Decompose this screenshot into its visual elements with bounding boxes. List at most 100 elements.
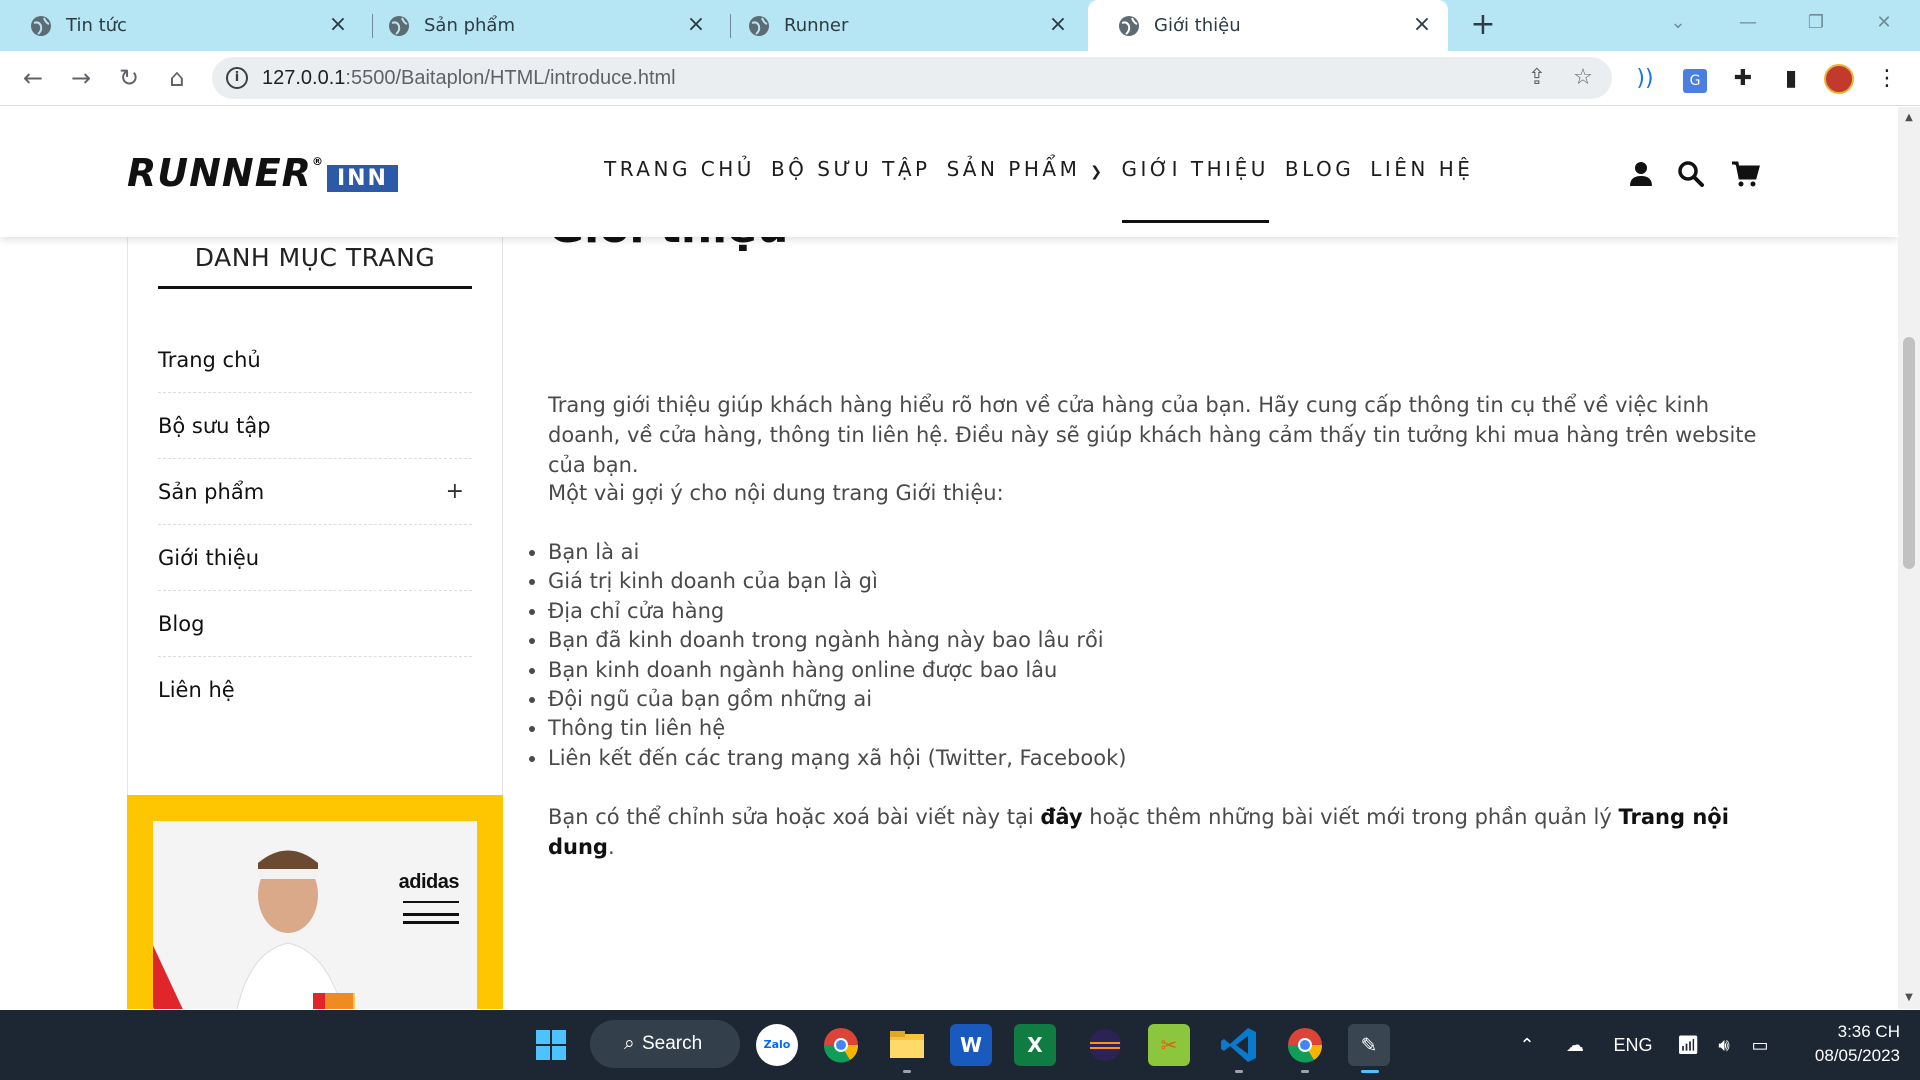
scroll-up-arrow-icon[interactable]: ▲ (1898, 109, 1920, 127)
browser-tab-strip: Tin tức × Sản phẩm × Runner × Giới thiệu… (0, 0, 1920, 51)
ad-red-stripe (153, 881, 208, 1009)
sidebar-item-contact[interactable]: Liên hệ (158, 657, 472, 723)
nav-about[interactable]: GIỚI THIỆU (1121, 157, 1270, 223)
ad-rule (403, 901, 459, 903)
globe-icon (31, 15, 51, 36)
browser-menu-icon[interactable]: ⋮ (1872, 64, 1902, 94)
list-item: Đội ngũ của bạn gồm những ai (548, 685, 1778, 714)
site-info-icon[interactable]: i (226, 67, 248, 89)
tab-search-chevron-icon[interactable]: ⌄ (1656, 8, 1700, 38)
word-icon[interactable]: W (950, 1024, 992, 1066)
list-item: Giá trị kinh doanh của bạn là gì (548, 567, 1778, 596)
search-icon: ⌕ (624, 1033, 635, 1054)
translate-extension-icon[interactable]: G (1680, 64, 1710, 94)
url-text: 127.0.0.1:5500/Baitaplon/HTML/introduce.… (262, 67, 676, 89)
expand-plus-icon[interactable]: + (446, 459, 464, 525)
battery-icon[interactable]: ▭ (1746, 1010, 1774, 1080)
adidas-logo: adidas (398, 871, 460, 893)
taskbar-search[interactable]: ⌕ Search (590, 1020, 740, 1068)
back-button[interactable]: ← (16, 61, 50, 95)
taskbar-clock[interactable]: 3:36 CH 08/05/2023 (1780, 1020, 1900, 1068)
nav-products[interactable]: SẢN PHẨM ❯ (947, 157, 1106, 223)
ad-mark (403, 913, 459, 916)
clock-date: 08/05/2023 (1814, 1046, 1900, 1065)
cart-icon[interactable] (1730, 159, 1760, 189)
running-indicator (1301, 1070, 1309, 1073)
home-button[interactable]: ⌂ (160, 61, 194, 95)
athlete-image (236, 850, 355, 1009)
address-bar[interactable]: i 127.0.0.1:5500/Baitaplon/HTML/introduc… (212, 57, 1612, 99)
tab-title: Giới thiệu (1154, 15, 1241, 36)
zalo-icon[interactable]: Zalo (756, 1024, 798, 1066)
page-scrollbar[interactable]: ▲ ▼ (1898, 107, 1920, 1009)
scrollbar-thumb[interactable] (1903, 337, 1915, 569)
snipping-app-icon[interactable]: ✂ (1148, 1024, 1190, 1066)
extensions-puzzle-icon[interactable]: ✚ (1728, 64, 1758, 94)
sidebar-item-about[interactable]: Giới thiệu (158, 525, 472, 591)
new-tab-button[interactable]: + (1466, 9, 1500, 43)
show-hidden-icons-chevron-icon[interactable]: ⌃ (1514, 1010, 1540, 1080)
nav-home[interactable]: TRANG CHỦ (604, 157, 755, 223)
tab-gioi-thieu[interactable]: Giới thiệu × (1088, 0, 1448, 51)
tab-san-pham[interactable]: Sản phẩm × (358, 0, 722, 51)
side-panel-icon[interactable]: ▮ (1776, 64, 1806, 94)
globe-icon (389, 15, 409, 36)
onedrive-cloud-icon[interactable]: ☁ (1560, 1010, 1590, 1080)
list-item: Bạn là ai (548, 538, 1778, 567)
tab-close-icon[interactable]: × (1046, 13, 1070, 37)
scroll-down-arrow-icon[interactable]: ▼ (1898, 989, 1920, 1007)
sidebar-item-collection[interactable]: Bộ sưu tập (158, 393, 472, 459)
tab-runner[interactable]: Runner × (718, 0, 1084, 51)
forward-button[interactable]: → (64, 61, 98, 95)
tab-close-icon[interactable]: × (326, 13, 350, 37)
sidebar-ad-banner[interactable]: adidas (127, 795, 503, 1009)
reload-button[interactable]: ↻ (112, 61, 146, 95)
restore-button[interactable]: ❐ (1794, 8, 1838, 38)
windows-taskbar: ⌕ Search Zalo W X ✂ ✎ ⌃ ☁ ENG 📶︎ 🔊︎ ▭ 3:3… (0, 1010, 1920, 1080)
page-viewport: Giới thiệu Trang giới thiệu giúp khách h… (0, 107, 1898, 1009)
profile-avatar[interactable] (1824, 64, 1854, 94)
list-item: Bạn đã kinh doanh trong ngành hàng này b… (548, 626, 1778, 655)
globe-icon (1119, 15, 1139, 36)
nav-collection[interactable]: BỘ SƯU TẬP (771, 157, 931, 223)
close-window-button[interactable]: ✕ (1862, 8, 1906, 38)
tab-close-icon[interactable]: × (684, 13, 708, 37)
eclipse-icon[interactable] (1084, 1024, 1126, 1066)
share-icon[interactable]: ⇪ (1524, 65, 1550, 91)
tab-title: Tin tức (66, 15, 127, 36)
file-explorer-icon[interactable] (886, 1024, 928, 1066)
user-icon[interactable] (1626, 159, 1656, 189)
sidebar-item-home[interactable]: Trang chủ (158, 327, 472, 393)
wifi-icon[interactable]: 📶︎ (1674, 1010, 1702, 1080)
tab-tin-tuc[interactable]: Tin tức × (0, 0, 364, 51)
tab-title: Sản phẩm (424, 15, 515, 36)
snipping-tool-icon[interactable]: ✎ (1348, 1024, 1390, 1066)
list-item: Thông tin liên hệ (548, 714, 1778, 743)
intro-paragraph: Trang giới thiệu giúp khách hàng hiểu rõ… (548, 393, 1757, 477)
nav-blog[interactable]: BLOG (1285, 157, 1354, 223)
ad-mark (403, 921, 459, 924)
language-indicator[interactable]: ENG (1612, 1010, 1654, 1080)
volume-icon[interactable]: 🔊︎ (1710, 1010, 1738, 1080)
site-logo[interactable]: RUNNER ® INN (127, 151, 398, 195)
minimize-button[interactable]: — (1726, 8, 1770, 38)
read-aloud-extension-icon[interactable]: )) (1630, 64, 1660, 94)
bookmark-star-icon[interactable]: ☆ (1570, 65, 1596, 91)
edit-here-link[interactable]: đây (1040, 805, 1082, 829)
search-icon[interactable] (1676, 159, 1706, 189)
sidebar-item-blog[interactable]: Blog (158, 591, 472, 657)
chrome-icon[interactable] (1284, 1024, 1326, 1066)
chevron-down-icon: ❯ (1082, 164, 1106, 180)
excel-icon[interactable]: X (1014, 1024, 1056, 1066)
tab-close-icon[interactable]: × (1410, 13, 1434, 37)
globe-icon (749, 15, 769, 36)
chrome-icon[interactable] (820, 1024, 862, 1066)
sidebar-item-products[interactable]: Sản phẩm + (158, 459, 472, 525)
site-header: RUNNER ® INN TRANG CHỦ BỘ SƯU TẬP SẢN PH… (0, 107, 1898, 237)
list-item: Địa chỉ cửa hàng (548, 597, 1778, 626)
vscode-icon[interactable] (1218, 1024, 1260, 1066)
list-item: Liên kết đến các trang mạng xã hội (Twit… (548, 744, 1778, 773)
running-indicator (903, 1070, 911, 1073)
nav-contact[interactable]: LIÊN HỆ (1370, 157, 1473, 223)
windows-start-icon[interactable] (530, 1024, 572, 1066)
